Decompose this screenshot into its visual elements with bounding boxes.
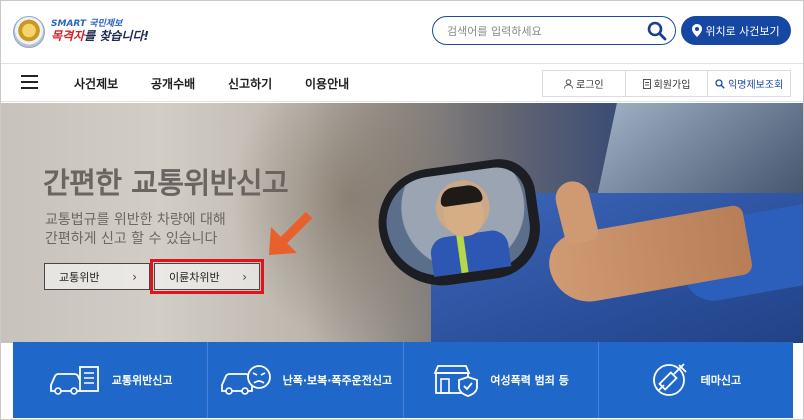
search-small-icon — [715, 78, 725, 89]
main-nav: 사건제보 공개수배 신고하기 이용안내 로그인 회원가입 익명제보조회 — [1, 63, 803, 102]
hero-subtitle: 교통법규를 위반한 차량에 대해 간편하게 신고 할 수 있습니다 — [45, 211, 226, 249]
traffic-violation-button[interactable]: 교통위반 › — [44, 263, 150, 290]
nav-item-report[interactable]: 사건제보 — [74, 75, 118, 92]
car-document-icon — [49, 366, 99, 395]
traffic-violation-label: 교통위반 — [59, 270, 100, 284]
person-icon — [564, 78, 574, 89]
pointer-arrow-icon — [269, 211, 313, 255]
hero-banner: 간편한 교통위반신고 교통법규를 위반한 차량에 대해 간편하게 신고 할 수 … — [1, 103, 803, 343]
quick-reckless-driving-report[interactable]: 난폭·보복·폭주운전신고 — [208, 342, 404, 418]
search-box — [432, 16, 676, 45]
search-icon[interactable] — [647, 21, 667, 41]
document-icon — [642, 78, 651, 89]
nav-item-declare[interactable]: 신고하기 — [228, 75, 272, 92]
utility-menu: 로그인 회원가입 익명제보조회 — [542, 70, 791, 97]
search-input[interactable] — [447, 22, 637, 40]
logo-line2-rest: 를 찾습니다! — [84, 29, 149, 44]
hero-title: 간편한 교통위반신고 — [43, 166, 289, 200]
logo-text: SMART 국민제보 목격자를 찾습니다! — [51, 20, 149, 43]
quick-traffic-report[interactable]: 교통위반신고 — [13, 342, 209, 418]
anonymous-report-label: 익명제보조회 — [728, 80, 784, 91]
police-emblem-icon — [13, 16, 45, 48]
anonymous-report-lookup-link[interactable]: 익명제보조회 — [708, 71, 790, 96]
quick-women-violence-report[interactable]: 여성폭력 범죄 등 — [403, 342, 599, 418]
quick-menu: 교통위반신고 난폭·보복·폭주운전신고 여성폭력 범죄 등 테마신고 — [13, 342, 793, 418]
site-logo[interactable]: SMART 국민제보 목격자를 찾습니다! — [13, 16, 149, 48]
signup-label: 회원가입 — [653, 80, 691, 91]
location-button-label: 위치로 사건보기 — [705, 24, 780, 38]
logo-accent: 목격자 — [51, 29, 85, 44]
signup-link[interactable]: 회원가입 — [626, 71, 709, 96]
hero-subtitle-line2: 간편하게 신고 할 수 있습니다 — [45, 231, 218, 247]
quick-theme-label: 테마신고 — [700, 374, 742, 387]
quick-reckless-label: 난폭·보복·폭주운전신고 — [282, 374, 393, 387]
hamburger-menu-icon[interactable] — [21, 75, 38, 90]
login-label: 로그인 — [576, 80, 604, 91]
chevron-right-icon: › — [132, 269, 137, 284]
location-view-button[interactable]: 위치로 사건보기 — [681, 16, 791, 45]
login-link[interactable]: 로그인 — [543, 71, 626, 96]
angry-car-icon — [220, 365, 271, 395]
nav-item-guide[interactable]: 이용안내 — [305, 75, 349, 92]
nav-item-wanted[interactable]: 공개수배 — [151, 75, 195, 92]
driver-vest — [428, 228, 512, 277]
mirror-reflection-image — [380, 163, 536, 283]
quick-women-violence-label: 여성폭력 범죄 등 — [490, 374, 569, 387]
shop-shield-icon — [434, 365, 479, 397]
hero-subtitle-line1: 교통법규를 위반한 차량에 대해 — [45, 212, 226, 228]
highlight-box — [150, 259, 264, 294]
quick-theme-report[interactable]: 테마신고 — [598, 342, 793, 418]
logo-line2: 목격자를 찾습니다! — [51, 30, 149, 43]
header: SMART 국민제보 목격자를 찾습니다! 위치로 사건보기 — [1, 1, 803, 63]
syringe-icon — [652, 363, 687, 396]
browser-frame: SMART 국민제보 목격자를 찾습니다! 위치로 사건보기 사건제보 공개수배… — [0, 0, 804, 420]
quick-traffic-label: 교통위반신고 — [111, 374, 173, 387]
map-pin-icon — [692, 24, 703, 37]
